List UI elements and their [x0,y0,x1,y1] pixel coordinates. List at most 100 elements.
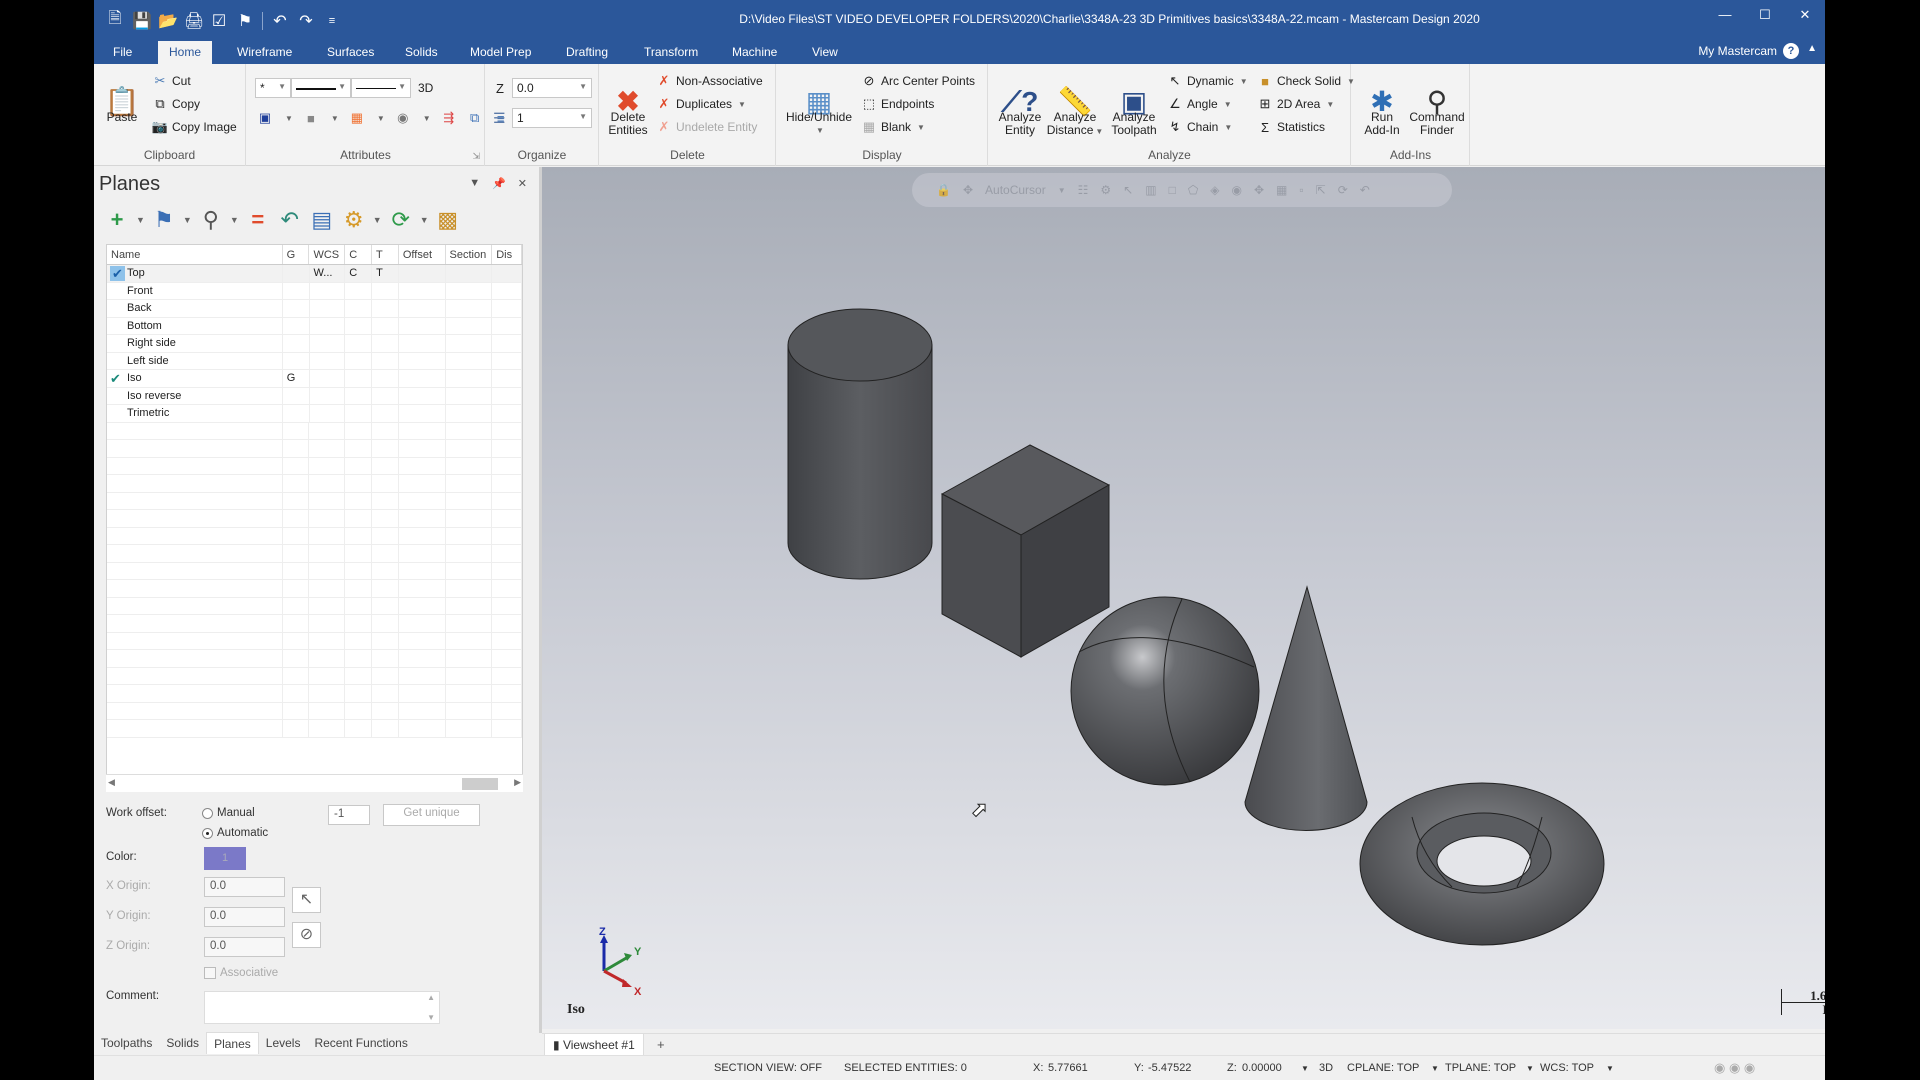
col-g[interactable]: G [283,245,310,264]
scroll-down-icon[interactable]: ▼ [427,1013,435,1022]
z-origin-input[interactable]: 0.0 [204,937,285,957]
panel-dropdown-icon[interactable]: ▼ [469,177,480,190]
wireframe-color-icon[interactable]: ▣ [257,110,273,126]
arc-center-points-button[interactable]: ⊘ Arc Center Points [861,73,976,89]
tab-planes[interactable]: Planes [206,1032,259,1054]
associative-checkbox[interactable]: Associative [204,967,278,979]
tplane-status[interactable]: TPLANE: TOP [1445,1062,1516,1074]
plane-row[interactable]: Front [107,282,522,300]
cplane-dropdown-icon[interactable]: ▼ [1431,1064,1439,1073]
panel-close-icon[interactable]: ✕ [518,177,527,190]
comment-textarea[interactable]: ▲ ▼ [204,991,440,1024]
tab-solids-manager[interactable]: Solids [159,1032,206,1054]
section-view-status[interactable]: SECTION VIEW: OFF [714,1062,822,1074]
automatic-radio[interactable]: Automatic [202,827,268,839]
z-depth-input[interactable]: 0.0 ▼ [512,78,592,98]
plane-row[interactable]: Bottom [107,317,522,335]
horizontal-scrollbar[interactable]: ◀ ▶ [106,774,523,792]
color-swatch[interactable]: 1 [204,847,246,870]
chain-button[interactable]: ↯ Chain ▼ [1167,119,1233,135]
col-display[interactable]: Dis [492,245,522,264]
delete-entities-button[interactable]: ✖ Delete Entities [606,70,650,137]
tab-file[interactable]: File [102,41,143,64]
copy-image-button[interactable]: 📷 Copy Image [152,119,237,135]
plane-row[interactable]: Back [107,300,522,318]
copy-button[interactable]: ⧉ Copy [152,96,200,112]
analyze-toolpath-button[interactable]: ▣ Analyze Toolpath [1105,70,1163,137]
col-name[interactable]: Name [107,245,283,264]
maximize-icon[interactable]: ☐ [1745,0,1785,30]
tab-toolpaths[interactable]: Toolpaths [94,1032,159,1054]
cube-icon[interactable]: ▩ [435,207,461,233]
cylinder-solid[interactable] [787,308,933,580]
sync-icon[interactable]: ⟳ [388,207,414,233]
plane-row[interactable]: ✔ Iso G [107,370,522,388]
plane-row[interactable]: Iso reverse [107,387,522,405]
tab-machine[interactable]: Machine [721,41,788,64]
tplane-dropdown-icon[interactable]: ▼ [1526,1064,1534,1073]
cut-button[interactable]: ✂ Cut [152,73,191,89]
dynamic-button[interactable]: ↖ Dynamic ▼ [1167,73,1248,89]
tab-levels[interactable]: Levels [259,1032,308,1054]
plane-row[interactable]: Trimetric [107,405,522,423]
reset-icon[interactable]: ↶ [277,207,303,233]
pin-icon[interactable]: 📌 [492,177,506,190]
cone-solid[interactable] [1244,585,1368,831]
set-all-icon[interactable]: ⇶ [441,110,457,126]
minimize-icon[interactable]: — [1705,0,1745,30]
analyze-distance-button[interactable]: 📏 Analyze Distance ▼ [1045,70,1105,138]
angle-button[interactable]: ∠ Angle ▼ [1167,96,1231,112]
torus-solid[interactable] [1359,782,1605,946]
work-offset-input[interactable]: -1 [328,805,370,825]
command-finder-button[interactable]: ⚲ Command Finder [1408,70,1466,137]
line-style-dropdown[interactable]: ▼ [291,78,351,98]
tab-wireframe[interactable]: Wireframe [226,41,303,64]
plane-row[interactable]: ✔ Top W... C T [107,265,522,283]
statistics-button[interactable]: Σ Statistics [1257,119,1325,135]
viewsheet-tab[interactable]: ▮ Viewsheet #1 [544,1034,644,1056]
run-addin-button[interactable]: ✱ Run Add-In [1358,70,1406,137]
change-attributes-icon[interactable]: ⧉ [467,110,483,126]
surface-color-icon[interactable]: ▦ [349,110,365,126]
solid-color-icon[interactable]: ■ [303,110,319,126]
flag-icon[interactable]: ⚑ [151,207,177,233]
check-solid-button[interactable]: ■ Check Solid ▼ [1257,73,1355,89]
level-input[interactable]: 1 ▼ [512,108,592,128]
tab-solids[interactable]: Solids [394,41,449,64]
graphics-viewport[interactable]: 🔒 ✥ AutoCursor ▼ ☷ ⚙ ↖ ▥ □ ⬠ ◈ ◉ ✥ ▦ ▫ ⇱… [542,167,1825,1029]
scroll-thumb[interactable] [462,778,498,790]
col-section[interactable]: Section [446,245,493,264]
plane-row[interactable]: Right side [107,335,522,353]
analyze-entity-button[interactable]: ⟋? Analyze Entity [993,70,1047,137]
x-origin-input[interactable]: 0.0 [204,877,285,897]
col-wcs[interactable]: WCS [309,245,346,264]
tab-recent-functions[interactable]: Recent Functions [307,1032,414,1054]
material-icon[interactable]: ◉ [395,110,411,126]
select-origin-button[interactable]: ↖ [292,887,321,913]
scroll-left-icon[interactable]: ◀ [108,777,115,788]
wcs-status[interactable]: WCS: TOP [1540,1062,1594,1074]
gear-icon[interactable]: ⚙ [341,207,367,233]
help-icon[interactable]: ? [1783,43,1799,59]
mode-3d-status[interactable]: 3D [1319,1062,1333,1074]
add-plane-icon[interactable]: + [104,207,130,233]
blank-button[interactable]: ▦ Blank ▼ [861,119,925,135]
my-mastercam-link[interactable]: My Mastercam [1698,44,1777,58]
duplicates-button[interactable]: ✗ Duplicates ▼ [656,96,746,112]
tab-transform[interactable]: Transform [633,41,709,64]
line-width-dropdown[interactable]: ▼ [351,78,411,98]
undelete-entity-button[interactable]: ✗ Undelete Entity [656,119,758,135]
3d-mode-toggle[interactable]: 3D [418,81,433,95]
search-icon[interactable]: ⚲ [198,207,224,233]
scroll-up-icon[interactable]: ▲ [427,993,435,1002]
get-unique-button[interactable]: Get unique [383,804,480,826]
tab-surfaces[interactable]: Surfaces [316,41,385,64]
plane-row[interactable]: Left side [107,352,522,370]
shading-icons[interactable]: ◉ ◉ ◉ [1714,1060,1755,1076]
tab-model-prep[interactable]: Model Prep [459,41,542,64]
col-t[interactable]: T [372,245,399,264]
manual-radio[interactable]: Manual [202,807,255,819]
point-style-dropdown[interactable]: * ▼ [255,78,291,98]
2d-area-button[interactable]: ⊞ 2D Area ▼ [1257,96,1335,112]
paste-button[interactable]: 📋 Paste [104,70,140,124]
